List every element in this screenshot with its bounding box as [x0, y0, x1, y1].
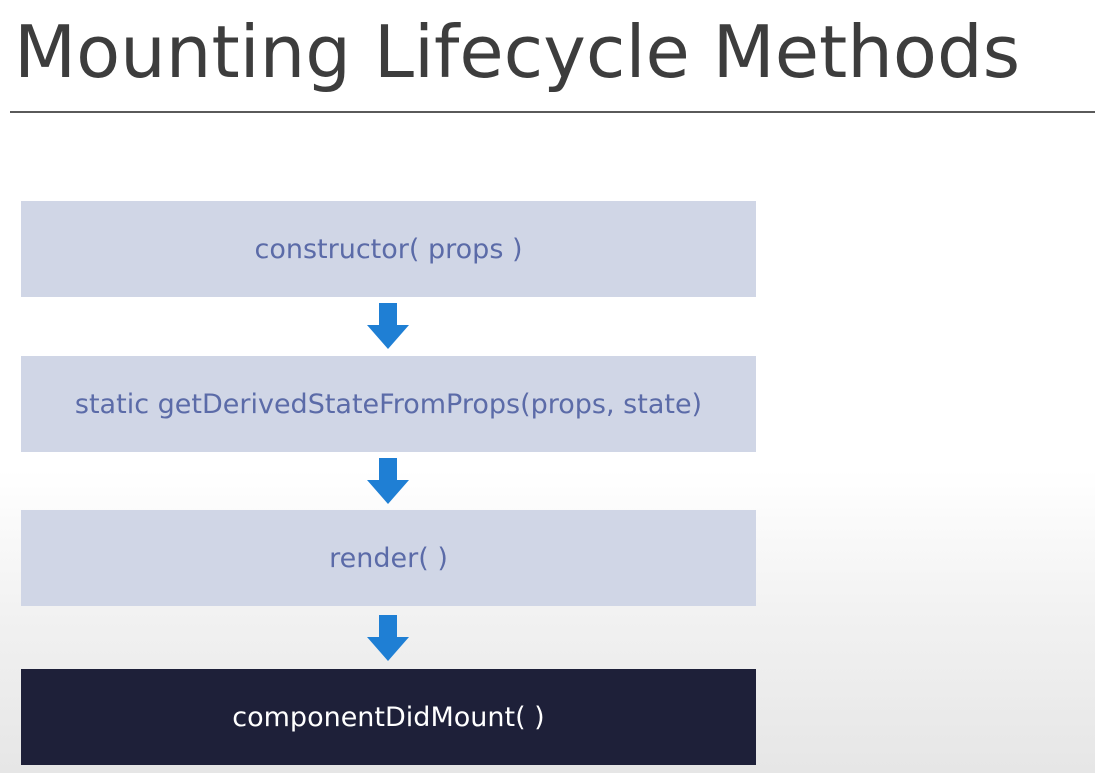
step-label-component-did-mount: componentDidMount( ) [232, 701, 545, 733]
title-divider [10, 111, 1095, 113]
down-arrow-icon [367, 615, 409, 661]
step-label-constructor: constructor( props ) [254, 233, 523, 265]
lifecycle-step-render: render( ) [21, 510, 756, 606]
step-label-render: render( ) [329, 542, 448, 574]
step-label-get-derived-state-from-props: static getDerivedStateFromProps(props, s… [74, 388, 703, 420]
down-arrow-icon [367, 458, 409, 504]
slide-title: Mounting Lifecycle Methods [14, 10, 1021, 94]
lifecycle-step-component-did-mount: componentDidMount( ) [21, 669, 756, 765]
lifecycle-step-get-derived-state-from-props: static getDerivedStateFromProps(props, s… [21, 356, 756, 452]
lifecycle-step-constructor: constructor( props ) [21, 201, 756, 297]
down-arrow-icon [367, 303, 409, 349]
